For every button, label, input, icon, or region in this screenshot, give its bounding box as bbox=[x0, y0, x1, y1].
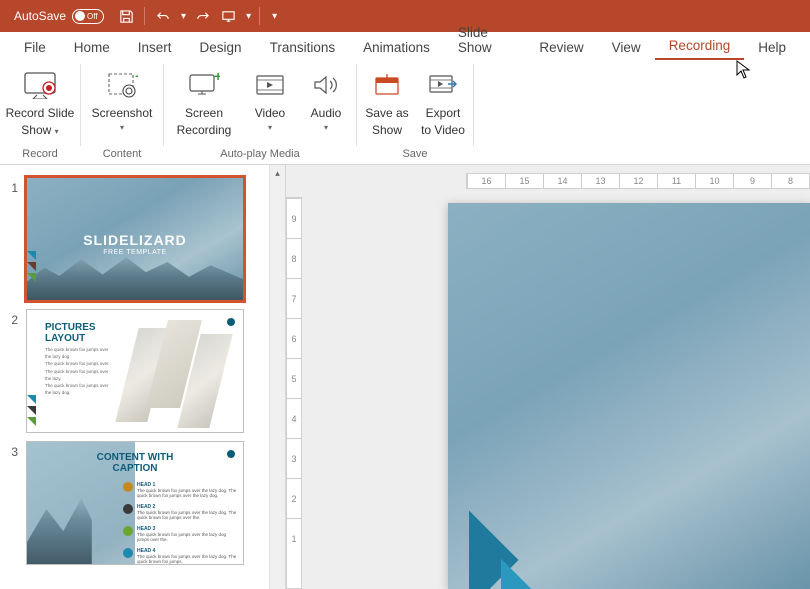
screenshot-label: Screenshot bbox=[92, 106, 153, 121]
title-bar: AutoSave Off ▾ ▾ ▾ bbox=[0, 0, 810, 32]
thumbnails-scrollbar[interactable]: ▴ bbox=[269, 165, 285, 589]
group-autoplay-media: + Screen Recording Video ▾ Audio ▾ Auto-… bbox=[164, 60, 356, 164]
svg-text:+: + bbox=[214, 71, 220, 84]
tab-design[interactable]: Design bbox=[186, 35, 256, 60]
slide-2-title-1: PICTURES bbox=[45, 322, 96, 333]
slide-1-title: SLIDELIZARD bbox=[27, 232, 243, 248]
chevron-down-icon: ▾ bbox=[120, 123, 124, 133]
audio-icon bbox=[309, 68, 343, 102]
svg-text:+: + bbox=[135, 71, 138, 84]
scroll-up-icon[interactable]: ▴ bbox=[270, 165, 285, 181]
tab-review[interactable]: Review bbox=[525, 35, 597, 60]
separator bbox=[144, 7, 145, 25]
slide-thumbnails-panel: 1 SLIDELIZARD FREE TEMPLATE 2 bbox=[0, 165, 286, 589]
tab-slide-show[interactable]: Slide Show bbox=[444, 20, 525, 60]
chevron-down-icon: ▾ bbox=[324, 123, 328, 133]
group-label-record: Record bbox=[22, 146, 57, 162]
vertical-ruler[interactable]: 987654321 bbox=[286, 197, 302, 589]
tab-recording[interactable]: Recording bbox=[655, 33, 745, 60]
slide-3-title-1: CONTENT WITH bbox=[97, 452, 174, 463]
ribbon: Record Slide Show ▾ Record + Screenshot … bbox=[0, 60, 810, 165]
tab-help[interactable]: Help bbox=[744, 35, 800, 60]
slideshow-dropdown-icon[interactable]: ▾ bbox=[246, 11, 251, 22]
slide-thumbnail-3[interactable]: CONTENT WITHCAPTION HEAD 1The quick brow… bbox=[26, 441, 244, 565]
audio-label: Audio bbox=[311, 106, 342, 121]
screen-recording-label-1: Screen bbox=[185, 106, 223, 121]
screen-recording-label-2: Recording bbox=[177, 123, 232, 138]
slide-thumbnail-1[interactable]: SLIDELIZARD FREE TEMPLATE bbox=[26, 177, 244, 301]
chevron-down-icon: ▾ bbox=[55, 127, 59, 136]
slide-number: 3 bbox=[0, 441, 26, 565]
undo-dropdown-icon[interactable]: ▾ bbox=[181, 11, 186, 22]
slide-3-title-2: CAPTION bbox=[113, 463, 158, 474]
slide-1-subtitle: FREE TEMPLATE bbox=[27, 249, 243, 256]
thumbnail-row: 2 PICTURESLAYOUT The quick brown fox jum… bbox=[0, 305, 269, 437]
video-button[interactable]: Video ▾ bbox=[242, 64, 298, 137]
tab-file[interactable]: File bbox=[10, 35, 60, 60]
record-slide-show-button[interactable]: Record Slide Show ▾ bbox=[2, 64, 78, 142]
customize-qat-icon[interactable]: ▾ bbox=[272, 11, 277, 22]
group-label-content: Content bbox=[103, 146, 142, 162]
screen-recording-icon: + bbox=[187, 68, 221, 102]
group-record: Record Slide Show ▾ Record bbox=[0, 60, 80, 164]
thumbnails-list: 1 SLIDELIZARD FREE TEMPLATE 2 bbox=[0, 165, 269, 589]
group-separator bbox=[473, 64, 474, 146]
slide-number: 1 bbox=[0, 177, 26, 301]
record-slide-show-label-1: Record Slide bbox=[6, 106, 75, 121]
save-icon[interactable] bbox=[116, 6, 136, 26]
save-as-show-icon bbox=[370, 68, 404, 102]
record-slide-show-label-2: Show bbox=[21, 123, 51, 137]
ribbon-tabs: File Home Insert Design Transitions Anim… bbox=[0, 32, 810, 60]
tab-home[interactable]: Home bbox=[60, 35, 124, 60]
record-slide-show-icon bbox=[23, 68, 57, 102]
undo-icon[interactable] bbox=[153, 6, 173, 26]
slide-canvas[interactable] bbox=[448, 203, 810, 589]
autosave-state: Off bbox=[87, 12, 98, 21]
autosave-label: AutoSave bbox=[14, 9, 66, 23]
save-as-show-label-1: Save as bbox=[365, 106, 408, 121]
thumbnail-row: 3 CONTENT WITHCAPTION HEAD 1The quick br… bbox=[0, 437, 269, 569]
export-video-icon bbox=[426, 68, 460, 102]
audio-button[interactable]: Audio ▾ bbox=[298, 64, 354, 137]
screenshot-icon: + bbox=[105, 68, 139, 102]
video-icon bbox=[253, 68, 287, 102]
toggle-knob bbox=[75, 11, 85, 21]
tab-transitions[interactable]: Transitions bbox=[256, 35, 350, 60]
export-video-label-2: to Video bbox=[421, 123, 465, 138]
thumbnail-row: 1 SLIDELIZARD FREE TEMPLATE bbox=[0, 173, 269, 305]
save-as-show-button[interactable]: Save as Show bbox=[359, 64, 415, 142]
export-video-label-1: Export bbox=[426, 106, 461, 121]
video-label: Video bbox=[255, 106, 285, 121]
redo-icon[interactable] bbox=[192, 6, 212, 26]
slide-thumbnail-2[interactable]: PICTURESLAYOUT The quick brown fox jumps… bbox=[26, 309, 244, 433]
horizontal-ruler[interactable]: 1615141312111098 bbox=[466, 173, 810, 189]
group-save: Save as Show Export to Video Save bbox=[357, 60, 473, 164]
workspace: 1 SLIDELIZARD FREE TEMPLATE 2 bbox=[0, 165, 810, 589]
autosave-toggle[interactable]: AutoSave Off bbox=[8, 7, 110, 26]
slide-2-bullets: The quick brown fox jumps over the lazy … bbox=[45, 346, 115, 396]
slide-3-items: HEAD 1The quick brown fox jumps over the… bbox=[123, 482, 237, 565]
slide-editor: 1615141312111098 987654321 bbox=[286, 165, 810, 589]
screenshot-button[interactable]: + Screenshot ▾ bbox=[83, 64, 161, 137]
slideshow-start-icon[interactable] bbox=[218, 6, 238, 26]
slide-number: 2 bbox=[0, 309, 26, 433]
tab-animations[interactable]: Animations bbox=[349, 35, 444, 60]
save-as-show-label-2: Show bbox=[372, 123, 402, 138]
tab-view[interactable]: View bbox=[598, 35, 655, 60]
chevron-down-icon: ▾ bbox=[268, 123, 272, 133]
slide-2-title-2: LAYOUT bbox=[45, 333, 85, 344]
group-label-autoplay: Auto-play Media bbox=[220, 146, 300, 162]
export-to-video-button[interactable]: Export to Video bbox=[415, 64, 471, 142]
screen-recording-button[interactable]: + Screen Recording bbox=[166, 64, 242, 142]
toggle-switch[interactable]: Off bbox=[72, 9, 104, 24]
group-content: + Screenshot ▾ Content bbox=[81, 60, 163, 164]
separator bbox=[259, 7, 260, 25]
group-label-save: Save bbox=[402, 146, 427, 162]
tab-insert[interactable]: Insert bbox=[124, 35, 186, 60]
